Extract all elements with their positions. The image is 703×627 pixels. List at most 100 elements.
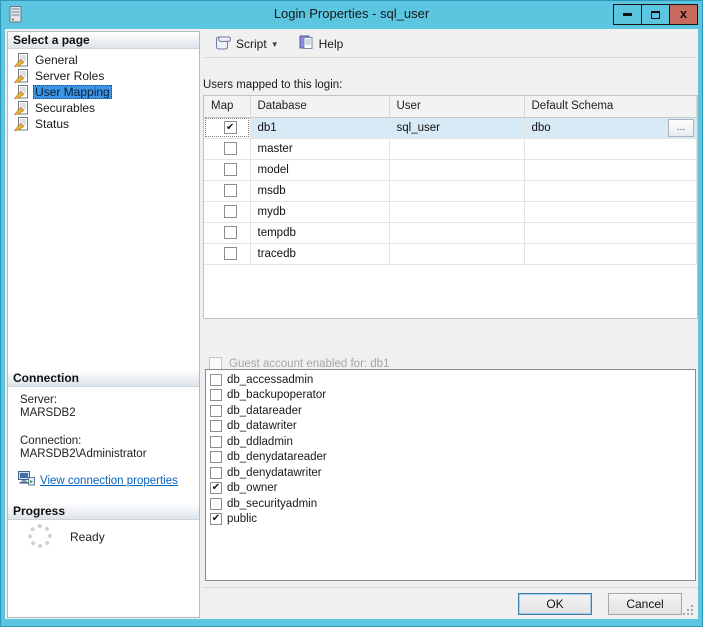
title-bar: Login Properties - sql_user x — [1, 1, 702, 29]
page-icon — [13, 117, 30, 131]
computer-icon — [18, 471, 35, 491]
help-label: Help — [318, 37, 344, 51]
role-item-db-datareader[interactable]: db_datareader — [206, 403, 695, 419]
minimize-button[interactable] — [613, 4, 642, 25]
role-item-db-datawriter[interactable]: db_datawriter — [206, 419, 695, 435]
table-row-db1[interactable]: ✔ db1 sql_user dbo... — [204, 117, 697, 139]
page-icon — [13, 85, 30, 99]
server-label: Server: — [20, 394, 58, 406]
sidebar-item-general[interactable]: General — [10, 52, 197, 68]
server-value: MARSDB2 — [20, 407, 76, 419]
role-checkbox[interactable] — [210, 404, 222, 417]
role-item-db-backupoperator[interactable]: db_backupoperator — [206, 388, 695, 404]
role-item-db-owner[interactable]: ✔ db_owner — [206, 481, 695, 497]
map-cell — [204, 138, 251, 160]
footer-divider — [203, 587, 698, 588]
dialog-body: Select a page General Server Roles User Ma… — [5, 29, 698, 619]
spinner-icon — [28, 524, 52, 548]
map-checkbox[interactable] — [223, 205, 237, 218]
role-checkbox[interactable]: ✔ — [210, 513, 222, 526]
map-checkbox[interactable] — [223, 142, 237, 155]
map-checkbox[interactable] — [223, 226, 237, 239]
role-item-db-ddladmin[interactable]: db_ddladmin — [206, 434, 695, 450]
view-connection-properties-link[interactable]: View connection properties — [40, 475, 178, 487]
default-schema-cell — [524, 243, 697, 265]
users-table-body: ✔ db1 sql_user dbo... master model msdb mydb tem… — [204, 117, 697, 265]
role-checkbox[interactable] — [210, 373, 222, 386]
help-button[interactable]: Help — [294, 33, 349, 55]
table-row-master[interactable]: master — [204, 138, 697, 160]
database-cell: tracedb — [250, 243, 390, 265]
sidebar-item-securables[interactable]: Securables — [10, 100, 197, 116]
map-checkbox[interactable] — [223, 163, 237, 176]
map-cell — [204, 201, 251, 223]
role-checkbox[interactable] — [210, 420, 222, 433]
sidebar-item-label: Status — [35, 117, 70, 131]
sidebar-item-label: Server Roles — [35, 69, 105, 83]
sidebar-item-user-mapping[interactable]: User Mapping — [10, 84, 197, 100]
role-checkbox[interactable] — [210, 497, 222, 510]
map-checkbox[interactable] — [223, 247, 237, 260]
default-schema-value: dbo — [531, 121, 551, 134]
connection-label: Connection: — [20, 435, 82, 447]
default-schema-cell — [524, 201, 697, 223]
maximize-button[interactable] — [641, 4, 670, 25]
close-button[interactable]: x — [669, 4, 698, 25]
sidebar-item-label: General — [35, 53, 78, 67]
map-cell — [204, 159, 251, 181]
users-mapped-table: Map Database User Default Schema ✔ db1 sql… — [203, 95, 698, 319]
column-header-database: Database — [250, 96, 390, 118]
role-item-db-denydatawriter[interactable]: db_denydatawriter — [206, 465, 695, 481]
role-item-db-accessadmin[interactable]: db_accessadmin — [206, 372, 695, 388]
sidebar-item-status[interactable]: Status — [10, 116, 197, 132]
role-label: db_denydatawriter — [227, 466, 322, 479]
database-cell: db1 — [250, 117, 390, 139]
role-label: db_datareader — [227, 404, 302, 417]
progress-header: Progress — [8, 503, 199, 520]
role-checkbox[interactable] — [210, 451, 222, 464]
script-label: Script — [236, 37, 267, 51]
maximize-icon — [651, 10, 660, 19]
page-icon — [13, 69, 30, 83]
user-cell — [389, 180, 525, 202]
table-row-mydb[interactable]: mydb — [204, 201, 697, 223]
chevron-down-icon[interactable]: ▼ — [271, 40, 279, 49]
script-button[interactable]: Script ▼ — [209, 34, 284, 55]
table-row-tracedb[interactable]: tracedb — [204, 243, 697, 265]
role-checkbox[interactable] — [210, 466, 222, 479]
map-checkbox[interactable]: ✔ — [223, 121, 237, 134]
user-cell — [389, 201, 525, 223]
role-membership-list: db_accessadmin db_backupoperator db_datare… — [205, 369, 696, 581]
connection-header: Connection — [8, 370, 199, 387]
role-label: db_ddladmin — [227, 435, 293, 448]
role-checkbox[interactable] — [210, 435, 222, 448]
default-schema-cell — [524, 159, 697, 181]
user-cell: sql_user — [389, 117, 525, 139]
resize-grip[interactable] — [682, 604, 695, 617]
default-schema-cell — [524, 138, 697, 160]
map-checkbox[interactable] — [223, 184, 237, 197]
guest-account-label: Guest account enabled for: db1 — [229, 357, 390, 370]
table-row-tempdb[interactable]: tempdb — [204, 222, 697, 244]
browse-schema-button[interactable]: ... — [668, 118, 694, 137]
users-mapped-caption: Users mapped to this login: — [203, 79, 343, 91]
progress-status: Ready — [70, 530, 105, 544]
cancel-button[interactable]: Cancel — [608, 593, 682, 615]
sidebar-item-server-roles[interactable]: Server Roles — [10, 68, 197, 84]
connection-value: MARSDB2\Administrator — [20, 448, 147, 460]
ok-button[interactable]: OK — [518, 593, 592, 615]
role-item-db-denydatareader[interactable]: db_denydatareader — [206, 450, 695, 466]
role-label: db_denydatareader — [227, 451, 327, 464]
role-item-public[interactable]: ✔ public — [206, 512, 695, 528]
database-cell: model — [250, 159, 390, 181]
role-item-db-securityadmin[interactable]: db_securityadmin — [206, 496, 695, 512]
table-row-msdb[interactable]: msdb — [204, 180, 697, 202]
sidebar-item-label: Securables — [35, 101, 96, 115]
database-cell: master — [250, 138, 390, 160]
database-cell: mydb — [250, 201, 390, 223]
table-header-row: Map Database User Default Schema — [204, 96, 697, 118]
sidebar-item-label: User Mapping — [33, 85, 112, 99]
role-checkbox[interactable] — [210, 389, 222, 402]
role-checkbox[interactable]: ✔ — [210, 482, 222, 495]
table-row-model[interactable]: model — [204, 159, 697, 181]
